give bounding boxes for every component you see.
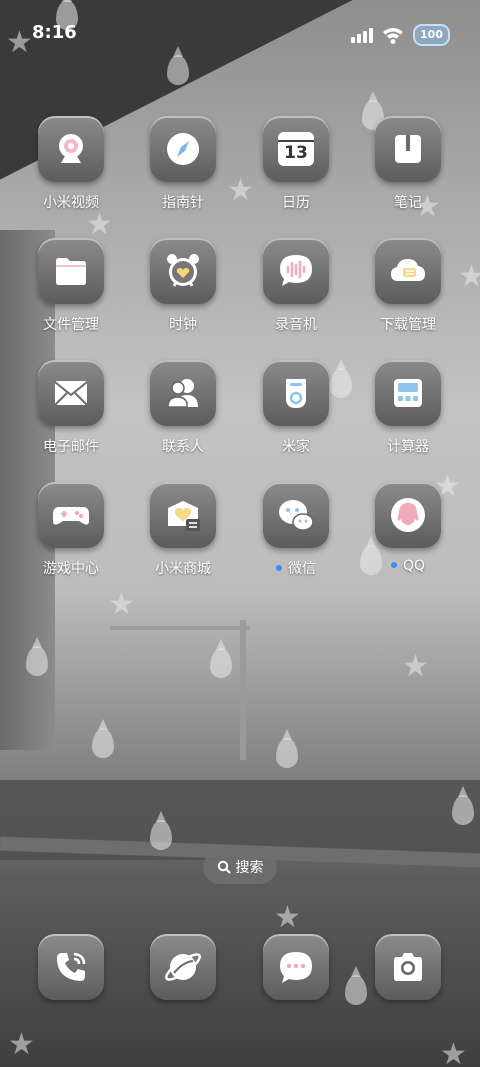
app-label: 米家 [282, 439, 310, 455]
smart-home-device-icon [286, 379, 306, 408]
app-label: 录音机 [275, 317, 317, 333]
new-notification-dot [276, 565, 282, 571]
app-mijia[interactable]: 米家 [241, 360, 351, 456]
app-qq[interactable]: QQ [353, 482, 463, 574]
home-screen: ★ ★ ★ ★ ★ ★ ★ ★ ★ ★ ★ 8:16 100 小米视频 指南针 … [0, 0, 480, 1067]
new-notification-dot [390, 562, 397, 568]
app-calculator[interactable]: 计算器 [353, 360, 463, 456]
gamepad-icon [53, 507, 89, 525]
dock-browser[interactable] [128, 934, 238, 1000]
app-label: 文件管理 [43, 317, 99, 333]
raindrop-decoration [276, 729, 298, 768]
raindrop-decoration [210, 639, 232, 678]
cloud-download-icon [391, 259, 425, 281]
app-label: 小米商城 [155, 561, 211, 577]
app-label: 联系人 [162, 439, 204, 455]
app-label: 日历 [282, 195, 310, 211]
voice-bubble-icon [280, 255, 312, 286]
app-label: 电子邮件 [43, 439, 99, 455]
app-label: 游戏中心 [43, 561, 99, 577]
folder-icon [56, 258, 86, 285]
app-xiaomi-video[interactable]: 小米视频 [16, 116, 126, 212]
star-decoration: ★ [440, 1037, 467, 1067]
app-label: 计算器 [387, 439, 429, 455]
mail-icon [54, 381, 88, 406]
calculator-icon [394, 379, 422, 407]
star-decoration: ★ [86, 207, 113, 242]
app-label: 小米视频 [43, 195, 99, 211]
star-decoration: ★ [274, 900, 301, 935]
phone-icon [57, 952, 86, 981]
app-compass[interactable]: 指南针 [128, 116, 238, 212]
app-clock[interactable]: 时钟 [128, 238, 238, 334]
app-mi-store[interactable]: 小米商城 [128, 482, 238, 578]
dock-messages[interactable] [241, 934, 351, 1000]
battery-indicator: 100 [413, 24, 450, 46]
wechat-icon [279, 500, 314, 531]
app-contacts[interactable]: 联系人 [128, 360, 238, 456]
search-button[interactable]: 搜索 [203, 850, 277, 884]
notebook-icon [395, 135, 421, 163]
app-label: 笔记 [394, 195, 422, 211]
message-icon [280, 952, 312, 983]
alarm-clock-icon [167, 254, 199, 287]
dock-camera[interactable] [353, 934, 463, 1000]
qq-icon [391, 498, 425, 532]
status-time: 8:16 [32, 22, 77, 43]
wallpaper-crane-arm [110, 626, 250, 630]
calendar-icon: 13 [278, 132, 314, 166]
app-game-center[interactable]: 游戏中心 [16, 482, 126, 578]
browser-globe-icon [165, 953, 201, 981]
dock-phone[interactable] [16, 934, 126, 1000]
calendar-date: 13 [284, 143, 308, 163]
wallpaper-crane [240, 620, 246, 760]
status-icons: 100 [351, 24, 450, 46]
signal-icon [351, 27, 374, 43]
status-bar: 8:16 100 [0, 0, 480, 64]
contacts-icon [167, 379, 198, 408]
star-decoration: ★ [8, 1027, 35, 1062]
search-label: 搜索 [235, 860, 264, 876]
shop-icon [168, 501, 200, 531]
camera-shutter-icon [394, 953, 422, 981]
raindrop-decoration [92, 719, 114, 758]
search-icon [217, 860, 231, 874]
app-label: 指南针 [162, 195, 204, 211]
app-notes[interactable]: 笔记 [353, 116, 463, 212]
compass-icon [167, 133, 199, 165]
app-label: QQ [353, 558, 463, 574]
app-label: 微信 [241, 558, 351, 578]
wifi-icon [383, 28, 404, 44]
app-label: 下载管理 [380, 317, 436, 333]
app-calendar[interactable]: 13 日历 [241, 116, 351, 212]
app-label: 时钟 [169, 317, 197, 333]
camera-icon [59, 134, 83, 163]
app-file-manager[interactable]: 文件管理 [16, 238, 126, 334]
star-decoration: ★ [402, 649, 429, 684]
app-wechat[interactable]: 微信 [241, 482, 351, 578]
star-decoration: ★ [108, 587, 135, 622]
app-recorder[interactable]: 录音机 [241, 238, 351, 334]
app-downloads[interactable]: 下载管理 [353, 238, 463, 334]
app-email[interactable]: 电子邮件 [16, 360, 126, 456]
